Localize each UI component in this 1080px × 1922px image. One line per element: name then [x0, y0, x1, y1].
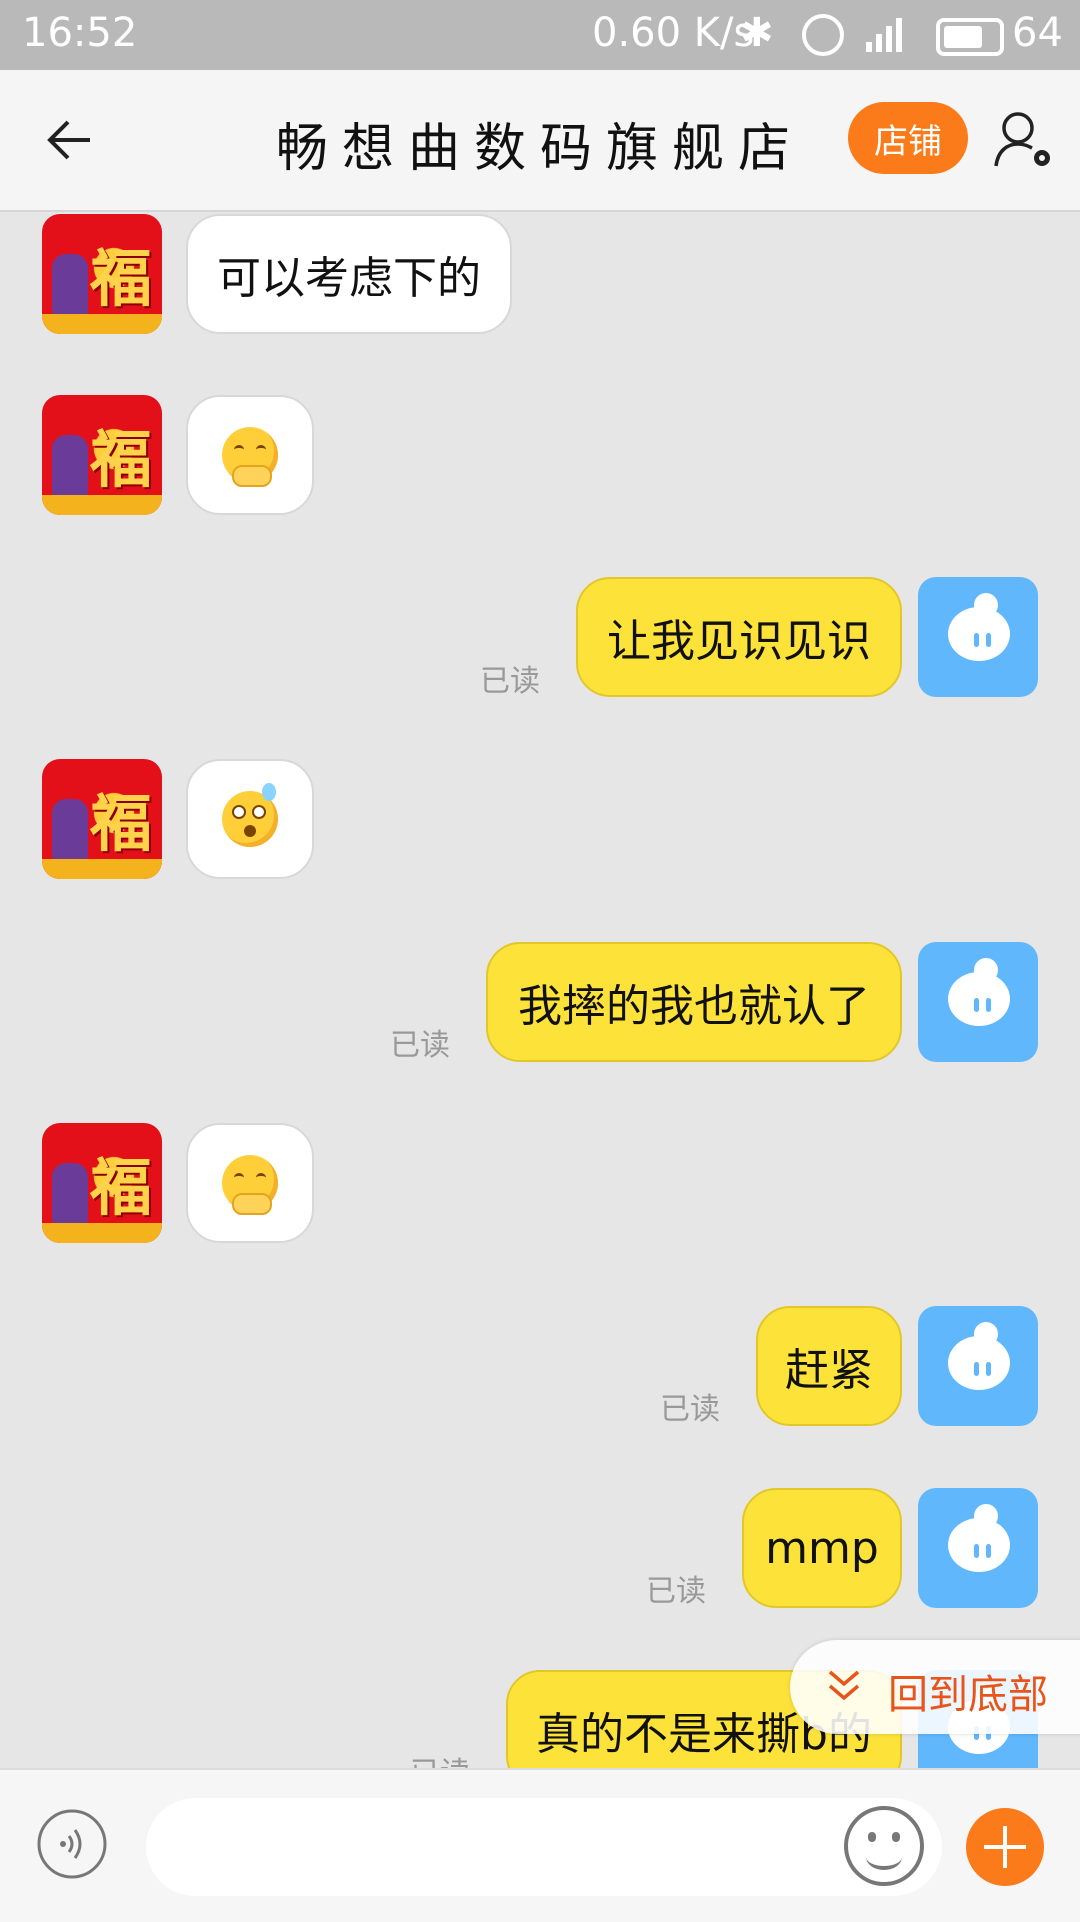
message-bubble[interactable]: 可以考虑下的: [186, 214, 512, 334]
status-net-speed: 0.60 K/s: [592, 10, 755, 56]
shop-avatar[interactable]: 福: [42, 1123, 162, 1243]
read-status: 已读: [660, 1392, 720, 1427]
my-avatar[interactable]: [918, 942, 1038, 1062]
status-time: 16:52: [22, 10, 138, 56]
shop-avatar[interactable]: 福: [42, 214, 162, 334]
my-avatar[interactable]: [918, 1306, 1038, 1426]
shop-button[interactable]: 店铺: [848, 102, 968, 174]
read-status: 已读: [410, 1748, 470, 1768]
voice-icon[interactable]: [36, 1808, 108, 1880]
my-avatar[interactable]: [918, 1488, 1038, 1608]
emoji-message-bubble[interactable]: [186, 395, 314, 515]
chat-messages[interactable]: 福 可以考虑下的 福 已读 让我见识见识 福 已读 我摔的我也就认了 福 已读: [0, 212, 1080, 1768]
emoji-message-bubble[interactable]: [186, 1123, 314, 1243]
signal-icon: [866, 14, 902, 52]
emoji-message-bubble[interactable]: [186, 759, 314, 879]
read-status: 已读: [390, 1028, 450, 1063]
message-bubble[interactable]: mmp: [742, 1488, 902, 1608]
my-avatar[interactable]: [918, 577, 1038, 697]
sweat-eyeroll-emoji-icon: [222, 783, 278, 847]
message-bubble[interactable]: 赶紧: [756, 1306, 902, 1426]
read-status: 已读: [646, 1574, 706, 1609]
shop-avatar[interactable]: 福: [42, 759, 162, 879]
shop-avatar[interactable]: 福: [42, 395, 162, 515]
chat-header: 畅想曲数码旗舰店 店铺: [0, 70, 1080, 212]
back-to-bottom-button[interactable]: 回到底部: [790, 1640, 1080, 1734]
status-bar: 16:52 0.60 K/s ✱ 64: [0, 0, 1080, 70]
plus-icon[interactable]: [966, 1808, 1044, 1886]
bluetooth-icon: ✱: [740, 10, 774, 56]
emoji-icon[interactable]: [844, 1806, 924, 1886]
message-bubble[interactable]: 我摔的我也就认了: [486, 942, 902, 1062]
user-settings-icon[interactable]: [990, 106, 1060, 176]
shy-hands-emoji-icon: [222, 427, 278, 487]
alarm-icon: [802, 14, 844, 56]
back-to-bottom-label: 回到底部: [888, 1672, 1048, 1718]
message-bubble[interactable]: 让我见识见识: [576, 577, 902, 697]
battery-level: 64: [1012, 10, 1063, 56]
input-bar: [0, 1768, 1080, 1922]
shy-hands-emoji-icon: [222, 1155, 278, 1215]
read-status: 已读: [480, 664, 540, 699]
message-input[interactable]: [146, 1798, 942, 1896]
battery-icon: [936, 18, 1004, 56]
double-chevron-down-icon: [828, 1670, 860, 1701]
